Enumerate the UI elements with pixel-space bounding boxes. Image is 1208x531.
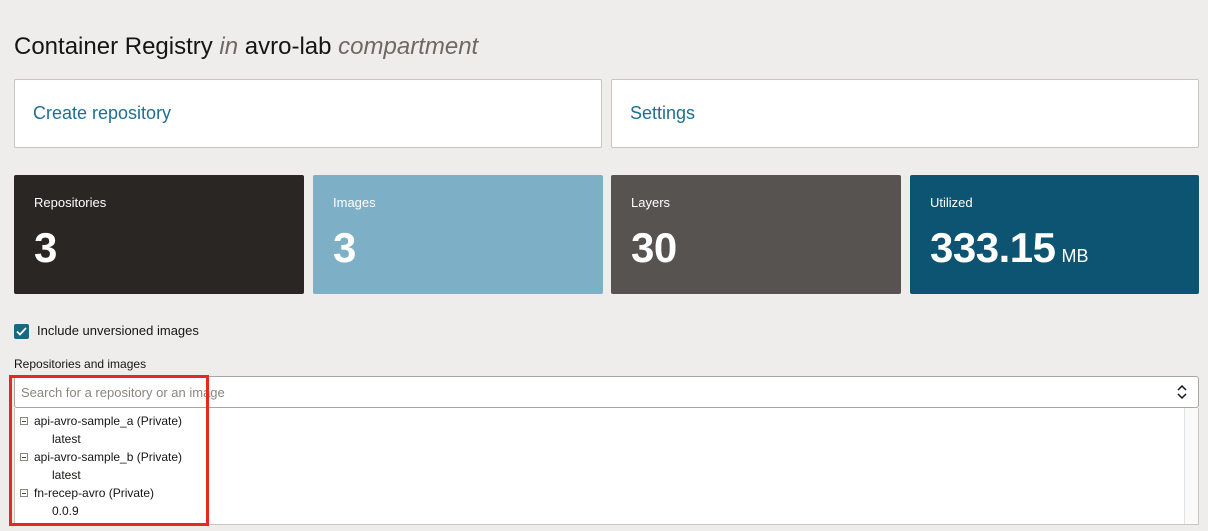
images-stat-value: 3 [333,224,356,271]
repo-name: api-avro-sample_a (Private) [34,414,183,428]
include-unversioned-checkbox[interactable] [14,324,29,339]
tree-repo-item[interactable]: fn-recep-avro (Private) [20,485,154,501]
tree-repo-item[interactable]: api-avro-sample_a (Private) [20,413,182,429]
title-in: in [219,33,239,60]
chevron-up-down-icon[interactable] [1176,384,1188,400]
repository-tree: api-avro-sample_a (Private) latest api-a… [14,408,1199,525]
collapse-icon[interactable] [20,417,28,425]
layers-stat-label: Layers [631,195,671,210]
compartment-name: avro-lab [244,33,332,60]
layers-stat-value: 30 [631,224,677,271]
repository-search-input[interactable] [15,378,1155,406]
repo-name: fn-recep-avro (Private) [34,486,155,500]
repo-name: api-avro-sample_b (Private) [34,450,183,464]
title-main: Container Registry [14,33,213,60]
tree-image-item[interactable]: latest [52,467,81,483]
utilized-stat-unit: MB [1061,246,1089,266]
tree-repo-item[interactable]: api-avro-sample_b (Private) [20,449,182,465]
include-unversioned-label: Include unversioned images [37,322,199,338]
repositories-stat-tile: Repositories 3 [14,175,304,294]
utilized-stat-tile: Utilized 333.15 MB [910,175,1199,294]
settings-button[interactable]: Settings [611,79,1199,148]
repositories-stat-value: 3 [34,224,57,271]
settings-label: Settings [630,103,696,123]
tree-image-item[interactable]: 0.0.9 [52,503,79,519]
repository-search-combobox[interactable] [14,376,1199,408]
repositories-stat-label: Repositories [34,195,107,210]
utilized-stat-value: 333.15 [930,224,1056,271]
tree-image-item[interactable]: latest [52,431,81,447]
images-stat-tile: Images 3 [313,175,603,294]
collapse-icon[interactable] [20,489,28,497]
tree-scrollbar[interactable] [1184,408,1198,524]
page-title: Container Registry in avro-lab compartme… [14,33,478,61]
utilized-stat-label: Utilized [930,195,973,210]
image-tag: latest [52,432,81,446]
create-repository-button[interactable]: Create repository [14,79,602,148]
repositories-section-label: Repositories and images [14,357,147,371]
collapse-icon[interactable] [20,453,28,461]
create-repository-label: Create repository [33,103,172,123]
image-tag: latest [52,468,81,482]
layers-stat-tile: Layers 30 [611,175,901,294]
include-unversioned-checkbox-row[interactable]: Include unversioned images [14,321,199,339]
image-tag: 0.0.9 [52,504,79,518]
checkmark-icon [16,327,27,336]
title-compartment: compartment [338,33,479,60]
images-stat-label: Images [333,195,376,210]
